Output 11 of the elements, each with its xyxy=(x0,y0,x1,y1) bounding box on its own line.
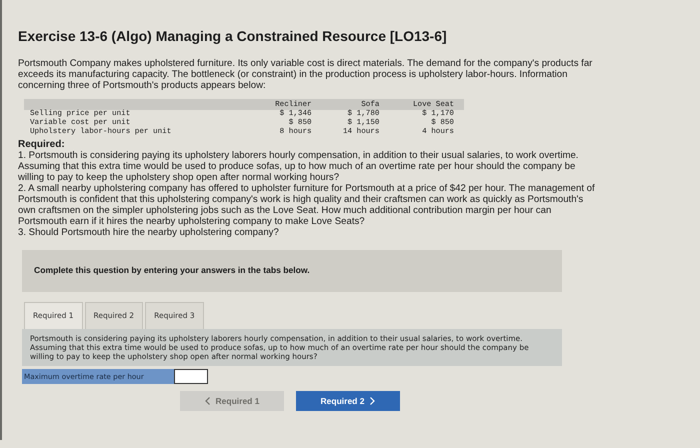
required-item: 3. Should Portsmouth hire the nearby upholstering company? xyxy=(18,227,280,238)
intro-paragraph: Portsmouth Company makes upholstered furniture. Its only variable cost is direct materials. The demand for the company's products far exceeds its manufacturing capacity. The bottleneck (or constraint) in the production process is upholstery labor-hours. Information concerning three of Portsmouth's products appears below: xyxy=(18,58,594,91)
instruction-text: Complete this question by entering your answers in the tabs below. xyxy=(34,265,310,275)
chevron-left-icon xyxy=(204,397,210,405)
exercise-title: Exercise 13-6 (Algo) Managing a Constrained Resource [LO13-6] xyxy=(18,28,448,44)
chevron-right-icon xyxy=(370,397,376,405)
required-item: 2. A small nearby upholstering company has offered to upholster furniture for Portsmouth at a price of $42 per hour. The management of Portsmouth is confident that this upholstering company's work is high quality and their craftsmen can work as quickly as Portsmouth's own craftsmen on the simpler upholstering jobs such as the Love Seat. How much additional contribution margin per hour can Portsmouth earn if it hires the nearby upholstering company to make Love Seats? xyxy=(18,183,596,227)
next-button[interactable]: Required 2 xyxy=(296,391,400,411)
answer-field[interactable] xyxy=(174,369,208,384)
required-item: 1. Portsmouth is considering paying its upholstery laborers hourly compensation, in addition to their usual salaries, to work overtime. Assuming that this extra time would be used to produce sofas, up to how much of an overtime rate per hour should the company be willing to pay to keep the upholstery shop open after normal working hours? xyxy=(18,150,580,183)
required-heading: Required: xyxy=(18,139,66,150)
